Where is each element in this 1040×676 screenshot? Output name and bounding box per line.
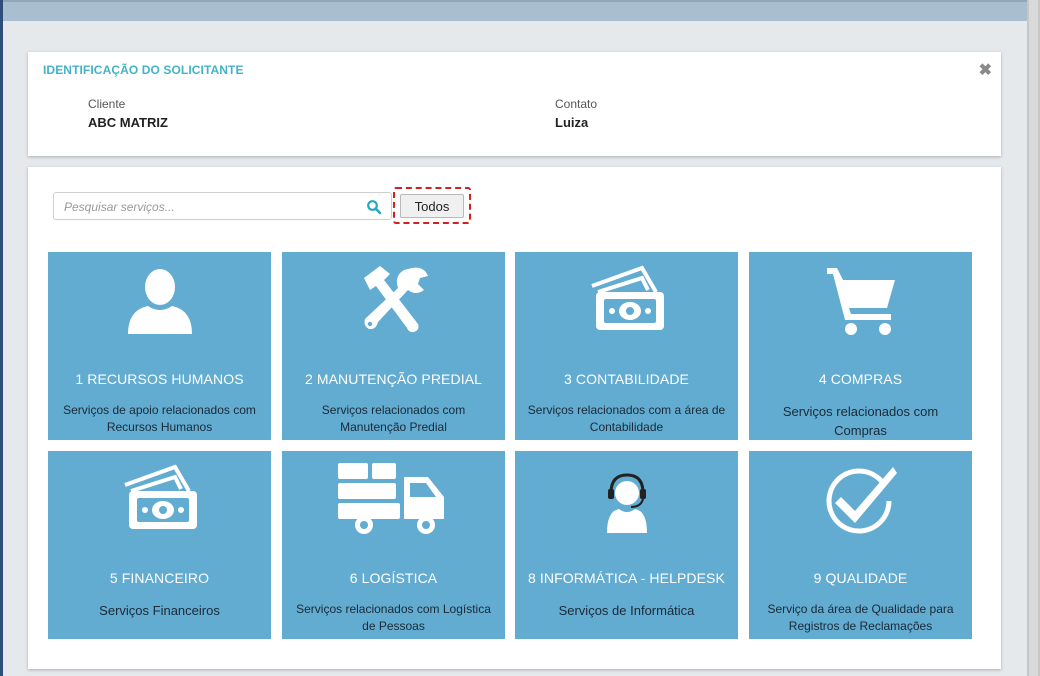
checkmark-icon (826, 467, 897, 534)
truck-icon (337, 463, 444, 534)
service-description: Serviços relacionados com a área de Cont… (527, 403, 726, 434)
search-input[interactable] (62, 199, 356, 215)
service-tile-manutencao-predial[interactable]: 2 MANUTENÇÃO PREDIAL Serviços relacionad… (282, 252, 505, 440)
scrollbar[interactable] (1027, 0, 1040, 676)
service-description: Serviços de Informática (558, 603, 695, 618)
todos-highlight: Todos (393, 187, 471, 224)
service-name: 6 LOGÍSTICA (349, 570, 438, 586)
service-tile-compras[interactable]: 4 COMPRAS Serviços relacionados com Comp… (749, 252, 972, 440)
headset-icon (606, 473, 647, 533)
service-name: 9 QUALIDADE (813, 570, 908, 586)
top-bar (3, 0, 1027, 21)
service-tile-informatica-helpdesk[interactable]: 8 INFORMÁTICA - HELPDESK Serviços de Inf… (515, 451, 738, 639)
services-panel: Todos 1 RECURSOS HUMANOS Serviços de apo… (28, 167, 1001, 669)
service-description: Serviços relacionados com Manutenção Pre… (321, 403, 466, 434)
contact-value: Luiza (555, 115, 589, 130)
scrollbar-track[interactable] (1029, 0, 1038, 676)
search-icon[interactable] (366, 199, 382, 215)
service-description: Serviços relacionados com Logística de P… (296, 602, 491, 633)
service-name: 2 MANUTENÇÃO PREDIAL (304, 371, 483, 387)
service-name: 8 INFORMÁTICA - HELPDESK (528, 570, 725, 586)
client-value: ABC MATRIZ (88, 115, 168, 130)
panel-title: IDENTIFICAÇÃO DO SOLICITANTE (43, 63, 244, 77)
todos-button[interactable]: Todos (400, 194, 464, 218)
service-name: 3 CONTABILIDADE (564, 371, 689, 387)
window-left-edge (0, 0, 3, 676)
service-tile-recursos-humanos[interactable]: 1 RECURSOS HUMANOS Serviços de apoio rel… (48, 252, 271, 440)
cart-icon (826, 268, 895, 335)
service-tile-qualidade[interactable]: 9 QUALIDADE Serviço da área de Qualidade… (749, 451, 972, 639)
close-icon[interactable]: ✖ (979, 60, 992, 80)
service-description: Serviços de apoio relacionados com Recur… (63, 403, 256, 434)
money-icon (590, 265, 664, 330)
service-name: 4 COMPRAS (818, 371, 903, 387)
service-description: Serviços Financeiros (99, 603, 220, 618)
service-description: Serviço da área de Qualidade para Regist… (767, 602, 954, 633)
service-name: 1 RECURSOS HUMANOS (75, 371, 244, 387)
search-box (53, 192, 392, 220)
requester-identification-panel: IDENTIFICAÇÃO DO SOLICITANTE ✖ Cliente A… (28, 52, 1001, 156)
contact-label: Contato (555, 97, 598, 111)
service-tile-logistica[interactable]: 6 LOGÍSTICA Serviços relacionados com Lo… (282, 451, 505, 639)
client-label: Cliente (88, 97, 126, 111)
money-icon (123, 464, 197, 529)
service-tile-contabilidade[interactable]: 3 CONTABILIDADE Serviços relacionados co… (515, 252, 738, 440)
service-tile-financeiro[interactable]: 5 FINANCEIRO Serviços Financeiros (48, 451, 271, 639)
tools-icon (363, 266, 428, 333)
user-icon (127, 269, 192, 334)
service-name: 5 FINANCEIRO (109, 570, 210, 586)
service-description: Serviços relacionados com Compras (782, 404, 939, 438)
